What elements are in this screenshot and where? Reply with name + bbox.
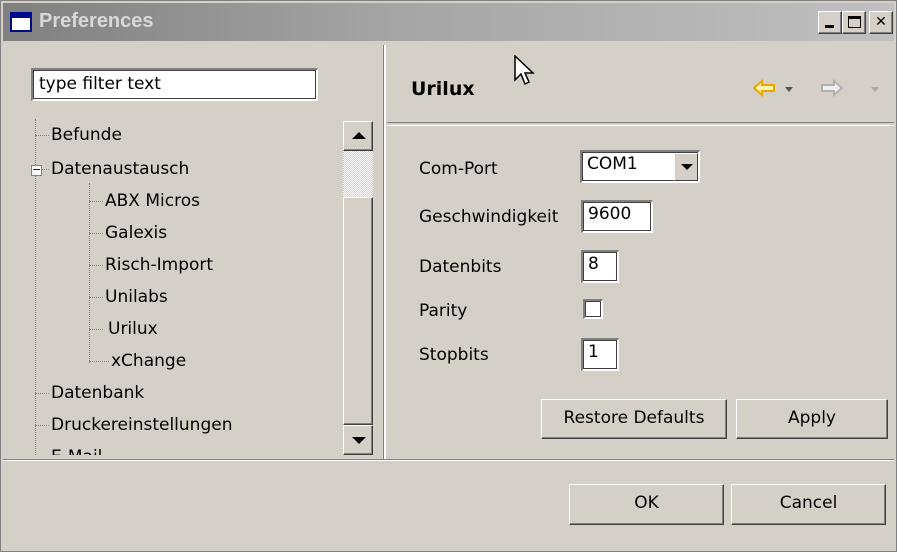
tree-item-label: Unilabs	[105, 287, 168, 307]
scroll-down-button[interactable]	[343, 425, 373, 455]
tree-item-druckereinstellungen[interactable]: Druckereinstellungen	[35, 411, 232, 439]
com-port-select[interactable]: COM1	[580, 150, 700, 183]
parity-checkbox[interactable]	[583, 299, 603, 319]
header-separator	[387, 125, 894, 126]
com-port-label: Com-Port	[419, 159, 498, 179]
preference-tree: Befunde Datenaustausch ABX Micros Galexi…	[29, 119, 345, 455]
back-arrow-icon[interactable]	[753, 79, 775, 97]
scroll-up-button[interactable]	[343, 121, 373, 151]
tree-item-label: ABX Micros	[105, 191, 200, 211]
arrow-up-icon	[352, 132, 366, 139]
tree-item-datenbank[interactable]: Datenbank	[35, 379, 144, 407]
chevron-down-icon	[681, 164, 693, 170]
tree-item-urilux[interactable]: Urilux	[89, 315, 161, 343]
stopbits-label: Stopbits	[419, 345, 489, 365]
arrow-down-icon	[352, 437, 366, 444]
maximize-button[interactable]	[842, 11, 866, 34]
speed-label: Geschwindigkeit	[419, 207, 559, 227]
window-title: Preferences	[39, 10, 154, 32]
tree-item-xchange[interactable]: xChange	[89, 347, 186, 375]
apply-button[interactable]: Apply	[736, 399, 888, 439]
com-port-value: COM1	[587, 154, 638, 174]
tree-item-risch-import[interactable]: Risch-Import	[89, 251, 213, 279]
ok-button[interactable]: OK	[569, 484, 724, 525]
forward-dropdown-icon[interactable]	[871, 87, 879, 92]
mouse-cursor-icon	[514, 55, 535, 86]
minimize-icon	[825, 25, 834, 28]
tree-item-label: Urilux	[105, 319, 161, 339]
tree-item-unilabs[interactable]: Unilabs	[89, 283, 168, 311]
window-icon	[10, 12, 32, 32]
tree-item-datenaustausch[interactable]: Datenaustausch	[35, 155, 189, 183]
forward-arrow-icon[interactable]	[821, 79, 843, 97]
restore-defaults-button[interactable]: Restore Defaults	[541, 399, 727, 439]
stopbits-input[interactable]: 1	[581, 338, 619, 371]
minimize-button[interactable]	[818, 11, 842, 34]
tree-item-label: Datenbank	[51, 383, 145, 403]
preferences-window: Preferences ✕ type filter text Befunde D…	[0, 0, 897, 552]
parity-label: Parity	[419, 301, 468, 321]
scroll-thumb[interactable]	[343, 197, 373, 425]
tree-item-abx-micros[interactable]: ABX Micros	[89, 187, 200, 215]
tree-item-galexis[interactable]: Galexis	[89, 219, 167, 247]
tree-scrollbar[interactable]	[343, 121, 373, 455]
dialog-separator	[3, 459, 894, 461]
filter-input[interactable]: type filter text	[31, 68, 318, 101]
tree-item-label: Druckereinstellungen	[51, 415, 233, 435]
speed-input[interactable]: 9600	[581, 200, 653, 233]
tree-item-label: E-Mail	[51, 447, 102, 455]
collapse-toggle[interactable]: −	[31, 164, 42, 176]
cancel-button[interactable]: Cancel	[731, 484, 886, 525]
pane-divider[interactable]	[383, 45, 386, 459]
tree-item-label: Galexis	[105, 223, 168, 243]
tree-item-befunde[interactable]: Befunde	[35, 121, 122, 149]
page-header: Urilux	[387, 45, 894, 123]
close-icon: ✕	[875, 14, 887, 30]
tree-item-label: xChange	[111, 351, 187, 371]
databits-input[interactable]: 8	[581, 250, 619, 283]
title-bar[interactable]: Preferences ✕	[3, 3, 894, 41]
tree-item-email[interactable]: E-Mail	[35, 443, 102, 455]
maximize-icon	[848, 16, 861, 28]
com-port-dropdown-button[interactable]	[674, 153, 698, 181]
databits-label: Datenbits	[419, 257, 502, 277]
tree-item-label: Befunde	[51, 125, 122, 145]
back-dropdown-icon[interactable]	[785, 87, 793, 92]
page-title: Urilux	[411, 78, 475, 100]
tree-item-label: Risch-Import	[105, 255, 214, 275]
close-button[interactable]: ✕	[869, 11, 893, 34]
tree-item-label: Datenaustausch	[51, 159, 190, 179]
